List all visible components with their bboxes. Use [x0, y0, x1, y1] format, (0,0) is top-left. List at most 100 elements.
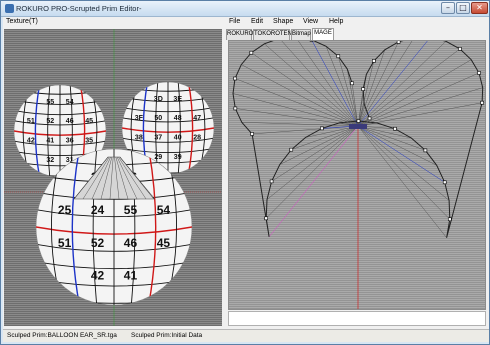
control-point[interactable]	[269, 179, 274, 184]
profile-spoke	[268, 125, 359, 237]
hub-handle[interactable]	[349, 124, 367, 129]
grid-cell-label: 39	[174, 154, 182, 161]
grid-cell-label: 32	[46, 157, 54, 164]
client-area: Texture(T) 55 54 51 52 46 45 42 41 36 35 32 31 3D 3E 3…	[3, 17, 489, 342]
grid-cell-label: 37	[154, 135, 162, 142]
profile-spoke	[357, 125, 445, 183]
grid-cell-label: 55	[124, 203, 138, 217]
control-point[interactable]	[336, 54, 341, 59]
profile-editor-canvas[interactable]	[228, 40, 486, 310]
profile-spoke	[357, 125, 437, 166]
profile-spoke	[325, 46, 359, 127]
profile-spoke	[298, 41, 359, 127]
grid-cell-label: 54	[66, 99, 74, 106]
grid-cell-label: 24	[91, 203, 105, 217]
grid-cell-label: 25	[58, 203, 72, 217]
editor-info-panel	[228, 311, 486, 326]
profile-spoke	[265, 125, 359, 219]
minimize-button[interactable]: –	[441, 2, 455, 14]
tab-mage[interactable]: MAGE	[312, 28, 334, 40]
control-point[interactable]	[249, 50, 254, 55]
grid-cell-label: 42	[91, 269, 105, 283]
profile-spoke	[357, 72, 480, 127]
control-point[interactable]	[250, 132, 254, 136]
grid-cell-label: 46	[66, 118, 74, 125]
grid-cell-label: 41	[124, 269, 138, 283]
control-point[interactable]	[233, 76, 237, 81]
profile-spoke	[279, 125, 359, 165]
grid-cell-label: 36	[66, 138, 74, 145]
control-point[interactable]	[458, 47, 462, 51]
grid-cell-label: 45	[85, 118, 93, 125]
menu-help[interactable]: Help	[329, 18, 343, 25]
maximize-button[interactable]: □	[456, 2, 470, 14]
texture-menu-bar: Texture(T)	[3, 17, 223, 28]
menu-shape[interactable]: Shape	[273, 18, 293, 25]
grid-cell-label: 47	[193, 115, 201, 122]
control-point[interactable]	[423, 148, 428, 153]
profile-spoke	[357, 41, 447, 127]
preview-canvas[interactable]: 55 5451 52 46 4542 41 36 3532 313D 3E3F 50 48 4738 37…	[4, 29, 222, 326]
editor-pane: File Edit Shape View Help ROKURO TOKOROT…	[225, 17, 489, 327]
grid-cell-label: 48	[174, 115, 182, 122]
profile-spoke	[251, 52, 359, 127]
control-point[interactable]	[477, 71, 481, 75]
grid-cell-label: 46	[124, 236, 138, 250]
menu-texture[interactable]: Texture(T)	[6, 18, 38, 25]
grid-cell-label: 54	[157, 203, 171, 217]
control-point[interactable]	[367, 116, 372, 121]
control-point[interactable]	[480, 100, 484, 105]
control-point[interactable]	[372, 59, 376, 63]
menu-edit[interactable]: Edit	[251, 18, 263, 25]
app-window: ROKURO PRO-Scrupted Prim Editor- – □ ✕ T…	[0, 0, 490, 345]
profile-spoke	[357, 125, 447, 238]
grid-cell-label: 51	[58, 236, 72, 250]
grid-cell-label: 45	[157, 236, 171, 250]
close-button[interactable]: ✕	[471, 2, 488, 14]
profile-spoke	[241, 64, 359, 127]
app-icon	[5, 4, 14, 13]
control-point[interactable]	[442, 180, 447, 185]
control-point[interactable]	[350, 81, 354, 86]
control-point[interactable]	[233, 106, 238, 111]
grid-cell-label: 55	[46, 99, 54, 106]
control-point[interactable]	[356, 119, 361, 123]
grid-cell-label: 35	[85, 138, 93, 145]
window-title: ROKURO PRO-Scrupted Prim Editor-	[16, 4, 142, 13]
3d-preview-viewport[interactable]: 55 54 51 52 46 45 42 41 36 35 32 31 3D 3E 3F 50 48 47 38 37…	[4, 29, 222, 326]
grid-cell-label: 52	[91, 236, 105, 250]
grid-cell-label: 40	[174, 135, 182, 142]
profile-spoke	[357, 87, 483, 127]
control-point[interactable]	[320, 126, 324, 131]
grid-cell-label: 3D	[154, 96, 163, 103]
tab-rokuro[interactable]: ROKURO	[226, 29, 253, 40]
status-bar: Sculped Prim:BALLOON EAR_SR.tga Sculped …	[3, 329, 489, 342]
grid-cell-label: 29	[154, 154, 162, 161]
profile-spoke	[234, 78, 359, 127]
profile-canvas[interactable]	[229, 41, 486, 310]
profile-spoke	[346, 68, 359, 127]
grid-cell-label: 50	[154, 115, 162, 122]
grid-cell-label: 51	[27, 118, 35, 125]
title-bar[interactable]: ROKURO PRO-Scrupted Prim Editor- – □ ✕	[1, 1, 489, 17]
control-point[interactable]	[447, 217, 452, 222]
grid-cell-label: 28	[193, 135, 201, 142]
control-point[interactable]	[396, 41, 401, 44]
grid-cell-label: 3F	[135, 115, 144, 122]
profile-spoke	[357, 125, 426, 151]
main-menu-bar: File Edit Shape View Help	[225, 17, 489, 28]
grid-cell-label: 52	[46, 118, 54, 125]
menu-file[interactable]: File	[229, 18, 240, 25]
menu-view[interactable]: View	[303, 18, 318, 25]
tab-tokoroten[interactable]: TOKOROTEN	[253, 29, 292, 40]
status-sculpt-file: Sculped Prim:BALLOON EAR_SR.tga	[7, 332, 117, 339]
profile-spoke	[357, 59, 472, 127]
control-point[interactable]	[361, 87, 365, 91]
control-point[interactable]	[264, 216, 268, 221]
profile-spoke	[357, 41, 428, 127]
tab-bitmap[interactable]: Bitmap	[291, 29, 311, 40]
control-point[interactable]	[393, 126, 397, 131]
control-point[interactable]	[289, 147, 294, 152]
grid-cell-label: 42	[27, 138, 35, 145]
texture-pane: Texture(T) 55 54 51 52 46 45 42 41 36 35 32 31 3D 3E 3…	[3, 17, 223, 327]
